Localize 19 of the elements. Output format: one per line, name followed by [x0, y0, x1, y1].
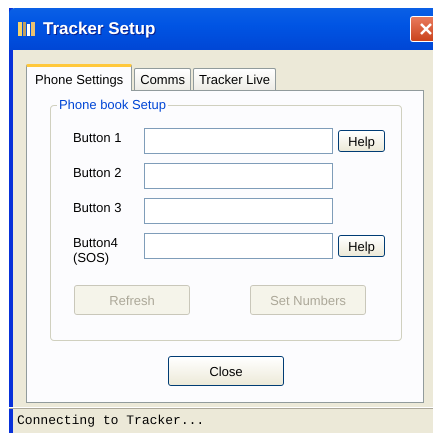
input-field[interactable] [144, 163, 333, 189]
input-field[interactable] [144, 198, 333, 224]
help-button[interactable]: Help [338, 130, 385, 152]
window-title: Tracker Setup [43, 19, 156, 39]
app-icon [17, 20, 37, 38]
group-title: Phone book Setup [57, 97, 168, 112]
field-label: Button 2 [73, 164, 122, 180]
tab[interactable]: Phone Settings [26, 64, 132, 91]
status-bar: Connecting to Tracker... [9, 407, 433, 433]
field-label: Button 1 [73, 129, 122, 145]
field-label: Button4 (SOS) [73, 234, 119, 265]
help-button[interactable]: Help [338, 235, 385, 257]
tab[interactable]: Tracker Live [192, 68, 276, 90]
close-button[interactable]: Close [168, 356, 284, 386]
field-label: Button 3 [73, 199, 122, 215]
tab[interactable]: Comms [134, 68, 191, 90]
input-field[interactable] [144, 233, 333, 259]
close-icon[interactable] [410, 16, 433, 42]
input-field[interactable] [144, 128, 333, 154]
